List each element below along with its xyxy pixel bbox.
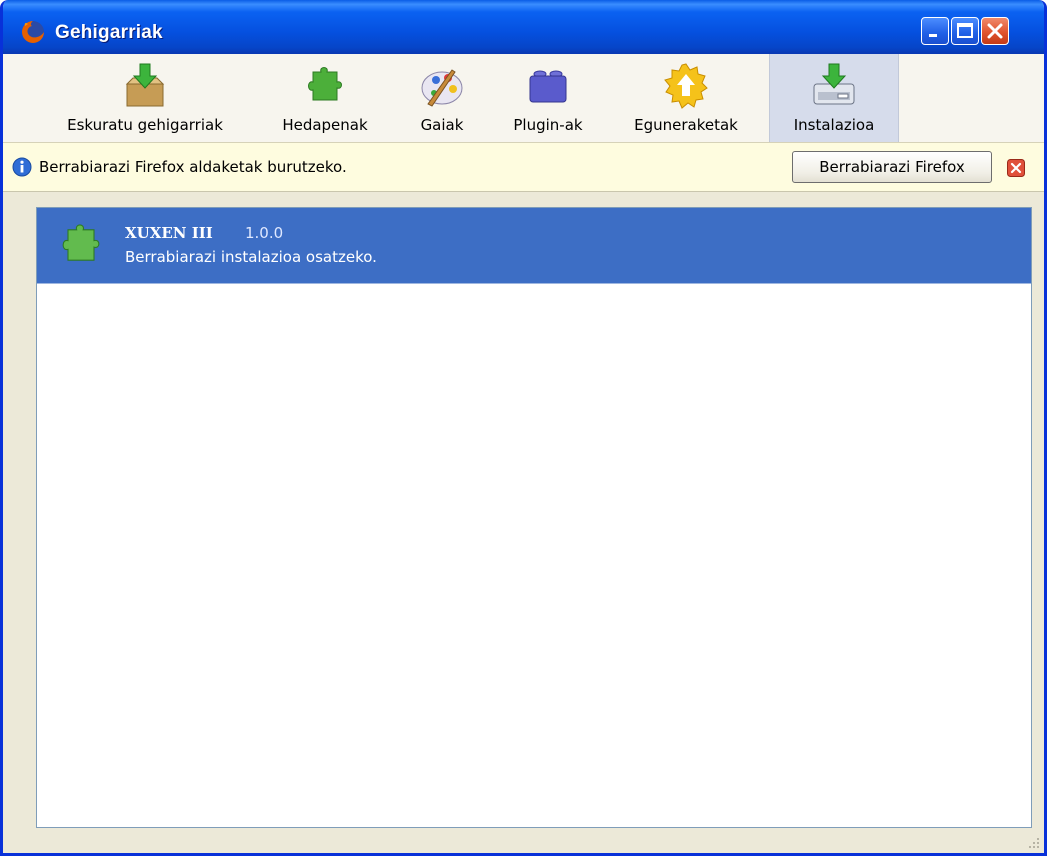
minimize-button[interactable] xyxy=(921,17,949,45)
close-notification-icon[interactable] xyxy=(1007,159,1025,177)
addon-version: 1.0.0 xyxy=(245,224,284,242)
notification-message: Berrabiarazi Firefox aldaketak burutzeko… xyxy=(39,158,347,176)
tab-label: Hedapenak xyxy=(282,116,368,134)
addons-window: Gehigarriak Eskuratu gehigarriak Hedapen… xyxy=(0,0,1047,856)
maximize-button[interactable] xyxy=(951,17,979,45)
tab-label: Plugin-ak xyxy=(513,116,583,134)
tab-updates[interactable]: Eguneraketak xyxy=(611,54,761,142)
update-icon xyxy=(664,63,708,109)
tab-label: Eguneraketak xyxy=(634,116,738,134)
palette-icon xyxy=(421,69,463,107)
close-icon xyxy=(987,23,1003,39)
info-icon xyxy=(12,157,32,177)
get-addons-icon xyxy=(125,63,165,107)
tab-label: Gaiak xyxy=(420,116,464,134)
restart-firefox-button[interactable]: Berrabiarazi Firefox xyxy=(792,151,992,183)
tab-label: Instalazioa xyxy=(793,116,875,134)
maximize-icon xyxy=(957,23,973,38)
addons-list[interactable]: XUXEN III 1.0.0 Berrabiarazi instalazioa… xyxy=(36,207,1032,828)
install-icon xyxy=(813,63,855,105)
puzzle-icon xyxy=(308,67,342,101)
list-item[interactable]: XUXEN III 1.0.0 Berrabiarazi instalazioa… xyxy=(37,208,1031,284)
title-bar[interactable]: Gehigarriak xyxy=(3,0,1044,54)
tab-themes[interactable]: Gaiak xyxy=(401,54,483,142)
tab-install[interactable]: Instalazioa xyxy=(769,54,899,142)
addons-toolbar: Eskuratu gehigarriak Hedapenak Gaiak Plu… xyxy=(3,54,1044,142)
notification-bar: Berrabiarazi Firefox aldaketak burutzeko… xyxy=(3,142,1044,192)
resize-grip-icon[interactable] xyxy=(1026,835,1040,849)
minimize-icon xyxy=(929,34,937,37)
puzzle-icon xyxy=(62,224,100,261)
plugin-block-icon xyxy=(529,70,567,103)
tab-extensions[interactable]: Hedapenak xyxy=(267,54,383,142)
tab-plugins[interactable]: Plugin-ak xyxy=(501,54,595,142)
addon-name: XUXEN III xyxy=(125,224,213,242)
tab-label: Eskuratu gehigarriak xyxy=(67,116,223,134)
window-title: Gehigarriak xyxy=(55,22,163,43)
tab-get-addons[interactable]: Eskuratu gehigarriak xyxy=(45,54,245,142)
close-button[interactable] xyxy=(981,17,1009,45)
addon-status: Berrabiarazi instalazioa osatzeko. xyxy=(125,248,377,266)
firefox-logo-icon xyxy=(22,21,44,43)
